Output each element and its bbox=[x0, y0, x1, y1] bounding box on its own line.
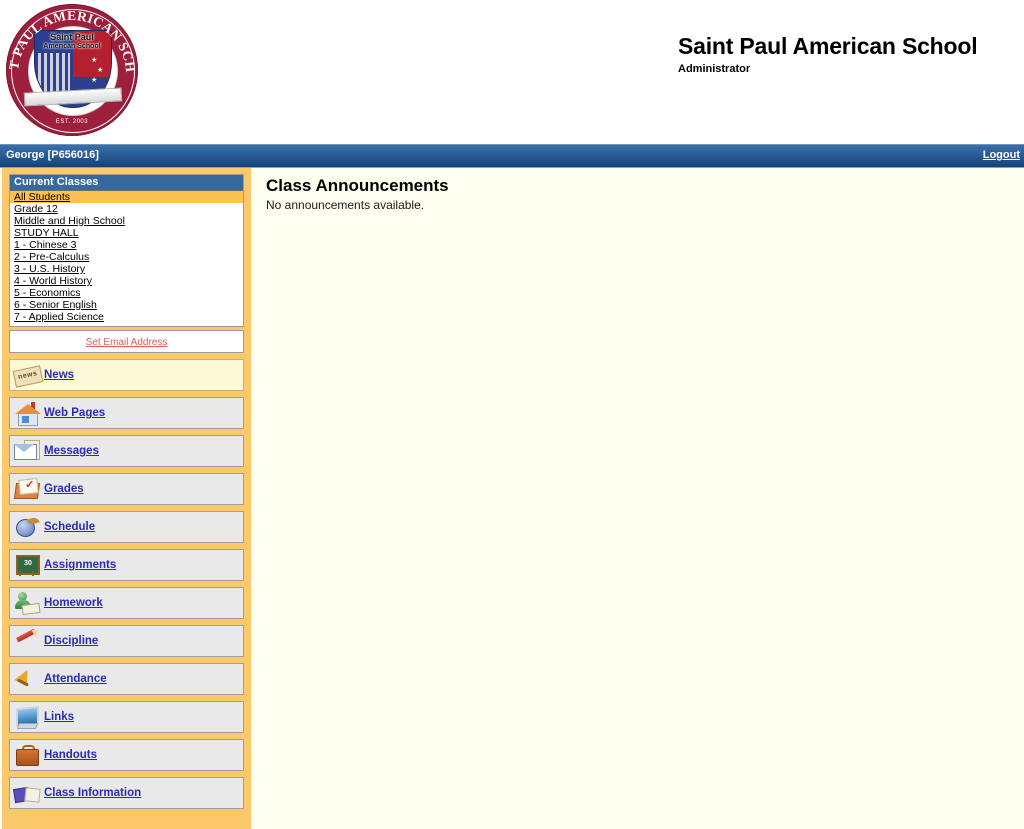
seal-subname: American School bbox=[43, 43, 101, 50]
student-book-icon bbox=[14, 591, 41, 616]
bell-icon bbox=[14, 666, 40, 691]
sidebar-item-label: Web Pages bbox=[44, 407, 106, 419]
sidebar-item-label: Handouts bbox=[44, 749, 98, 761]
class-list-item[interactable]: 6 - Senior English bbox=[10, 299, 243, 311]
sidebar-item-icon bbox=[10, 778, 44, 808]
sidebar-item-label: News bbox=[44, 369, 75, 381]
content-body: No announcements available. bbox=[266, 198, 425, 212]
user-identity-label: George [P656016] bbox=[6, 149, 99, 161]
sidebar-item-news[interactable]: news News bbox=[9, 359, 244, 391]
content-title: Class Announcements bbox=[266, 176, 449, 195]
monitor-icon bbox=[14, 705, 40, 729]
chalkboard-icon: 30 bbox=[14, 553, 40, 577]
sidebar-item-icon bbox=[10, 740, 44, 770]
sidebar-item-links[interactable]: Links bbox=[9, 701, 244, 733]
class-list-item[interactable]: All Students bbox=[10, 191, 243, 203]
class-list-item[interactable]: 1 - Chinese 3 bbox=[10, 239, 243, 251]
set-email-address-link[interactable]: Set Email Address bbox=[86, 337, 168, 348]
sidebar-item-schedule[interactable]: Schedule bbox=[9, 511, 244, 543]
sidebar-item-icon bbox=[10, 512, 44, 542]
open-book-icon bbox=[12, 781, 41, 805]
class-list-item[interactable]: Grade 12 bbox=[10, 203, 243, 215]
sidebar-item-label: Links bbox=[44, 711, 75, 723]
class-list-item[interactable]: 2 - Pre-Calculus bbox=[10, 251, 243, 263]
globe-wing-icon bbox=[14, 515, 40, 539]
main-content: Class Announcements No announcements ava… bbox=[256, 168, 1024, 829]
sidebar-item-homework[interactable]: Homework bbox=[9, 587, 244, 619]
sidebar-item-label: Messages bbox=[44, 445, 99, 457]
sidebar-item-icon: ✓ bbox=[10, 474, 44, 504]
sidebar-item-label: Homework bbox=[44, 597, 103, 609]
sidebar-item-discipline[interactable]: Discipline bbox=[9, 625, 244, 657]
sidebar-item-label: Schedule bbox=[44, 521, 96, 533]
header-title-block: Saint Paul American School Administrator bbox=[678, 33, 1008, 75]
sidebar-nav: news News Web Pages Messages ✓ Grades Schedule… bbox=[9, 359, 244, 809]
page-body: Current Classes All Students Grade 12 Midd… bbox=[0, 168, 1024, 829]
seal-name-block: Saint Paul American School bbox=[36, 33, 108, 51]
briefcase-icon bbox=[14, 743, 40, 767]
sidebar-item-label: Grades bbox=[44, 483, 84, 495]
sidebar-item-handouts[interactable]: Handouts bbox=[9, 739, 244, 771]
sidebar-item-icon bbox=[10, 702, 44, 732]
pencil-icon bbox=[14, 627, 41, 653]
sidebar-item-icon bbox=[10, 626, 44, 656]
current-classes-list: All Students Grade 12 Middle and High Scho… bbox=[10, 191, 243, 326]
sidebar-item-icon: news bbox=[10, 360, 44, 390]
sidebar-item-web-pages[interactable]: Web Pages bbox=[9, 397, 244, 429]
sidebar-item-label: Class Information bbox=[44, 787, 142, 799]
class-list-item[interactable]: STUDY HALL bbox=[10, 227, 243, 239]
sidebar-item-label: Discipline bbox=[44, 635, 99, 647]
sidebar-item-icon bbox=[10, 436, 44, 466]
sidebar-item-grades[interactable]: ✓ Grades bbox=[9, 473, 244, 505]
sidebar: Current Classes All Students Grade 12 Midd… bbox=[2, 168, 251, 829]
sidebar-item-icon bbox=[10, 664, 44, 694]
sidebar-item-label: Assignments bbox=[44, 559, 117, 571]
page-header: SAINT PAUL AMERICAN SCHOOL ★ ★ ★ Saint P… bbox=[0, 0, 1024, 144]
sidebar-item-assignments[interactable]: 30 Assignments bbox=[9, 549, 244, 581]
news-icon: news bbox=[12, 363, 44, 388]
house-icon bbox=[14, 401, 41, 426]
page-subtitle: Administrator bbox=[678, 63, 751, 75]
sidebar-item-attendance[interactable]: Attendance bbox=[9, 663, 244, 695]
sidebar-item-label: Attendance bbox=[44, 673, 107, 685]
sidebar-item-icon bbox=[10, 398, 44, 428]
class-list-item[interactable]: 4 - World History bbox=[10, 275, 243, 287]
sidebar-item-icon bbox=[10, 588, 44, 618]
gradebook-icon: ✓ bbox=[13, 477, 41, 501]
seal-name: Saint Paul bbox=[50, 32, 94, 42]
seal-established: EST. 2003 bbox=[55, 119, 89, 125]
page-title: Saint Paul American School bbox=[678, 33, 978, 59]
class-list-item[interactable]: 3 - U.S. History bbox=[10, 263, 243, 275]
envelope-icon bbox=[14, 439, 40, 463]
class-list-item[interactable]: 5 - Economics bbox=[10, 287, 243, 299]
set-email-row: Set Email Address bbox=[9, 330, 244, 353]
user-bar: George [P656016] Logout bbox=[0, 144, 1024, 168]
school-logo: SAINT PAUL AMERICAN SCHOOL ★ ★ ★ Saint P… bbox=[6, 4, 138, 136]
current-classes-header: Current Classes bbox=[10, 175, 243, 191]
sidebar-item-class-information[interactable]: Class Information bbox=[9, 777, 244, 809]
logout-link[interactable]: Logout bbox=[983, 149, 1020, 161]
current-classes-panel: Current Classes All Students Grade 12 Midd… bbox=[9, 174, 244, 327]
seal-arc-text: SAINT PAUL AMERICAN SCHOOL bbox=[6, 4, 138, 73]
sidebar-item-icon: 30 bbox=[10, 550, 44, 580]
class-list-item[interactable]: Middle and High School bbox=[10, 215, 243, 227]
class-list-item[interactable]: 7 - Applied Science bbox=[10, 311, 243, 323]
sidebar-item-messages[interactable]: Messages bbox=[9, 435, 244, 467]
